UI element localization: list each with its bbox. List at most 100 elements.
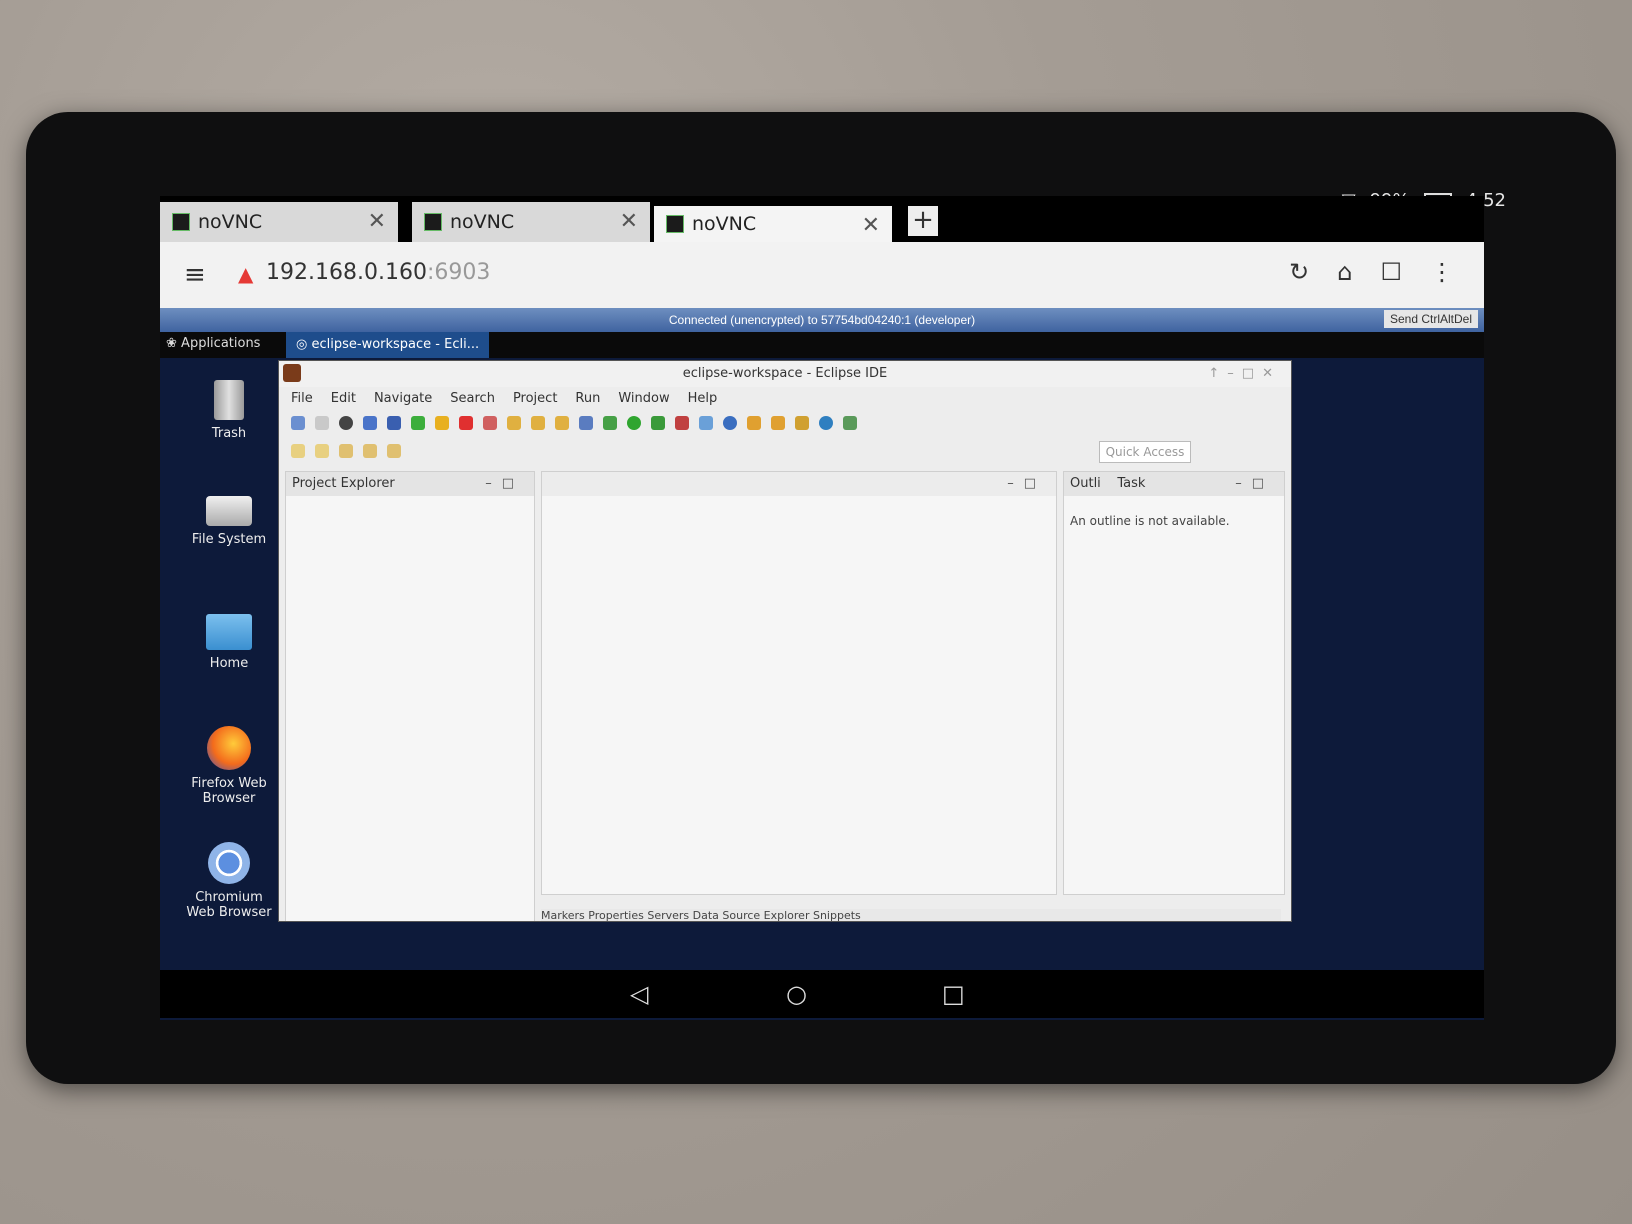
overflow-menu-icon[interactable]: ⋮ xyxy=(1430,258,1454,286)
desktop-icon-home[interactable]: Home xyxy=(184,614,274,671)
bookmark-icon[interactable]: ☐ xyxy=(1380,258,1402,286)
insecure-warning-icon[interactable]: ▲ xyxy=(238,262,253,286)
step-return-icon[interactable] xyxy=(555,416,569,430)
new-tab-button[interactable]: + xyxy=(908,206,938,236)
maximize-pane-icon[interactable]: □ xyxy=(502,476,524,491)
hamburger-menu-icon[interactable]: ≡ xyxy=(184,260,206,290)
menu-window[interactable]: Window xyxy=(618,391,669,406)
pin-icon[interactable]: ↑ xyxy=(1208,366,1227,381)
desktop-icon-label: Home xyxy=(209,656,249,671)
taskbar-eclipse[interactable]: ◎ eclipse-workspace - Ecli... xyxy=(286,332,490,358)
project-explorer-header: Project Explorer –□ xyxy=(286,472,534,496)
perspective-icon[interactable] xyxy=(843,416,857,430)
close-tab-icon[interactable]: ✕ xyxy=(620,209,638,234)
minimize-pane-icon[interactable]: – xyxy=(1007,476,1024,491)
desktop-icon-chromium[interactable]: Chromium Web Browser xyxy=(184,842,274,920)
desktop-icon-trash[interactable]: Trash xyxy=(184,380,274,441)
pane-controls: –□ xyxy=(1235,472,1274,496)
globe-icon[interactable] xyxy=(819,416,833,430)
maximize-pane-icon[interactable]: □ xyxy=(1252,476,1274,491)
save-icon[interactable] xyxy=(315,416,329,430)
open-task-icon[interactable] xyxy=(771,416,785,430)
back-icon[interactable] xyxy=(363,444,377,458)
menu-edit[interactable]: Edit xyxy=(331,391,356,406)
new-server-icon[interactable] xyxy=(699,416,713,430)
menu-file[interactable]: File xyxy=(291,391,313,406)
external-tools-icon[interactable] xyxy=(675,416,689,430)
desktop-icon-label: Chromium Web Browser xyxy=(186,890,272,920)
menu-navigate[interactable]: Navigate xyxy=(374,391,432,406)
maximize-pane-icon[interactable]: □ xyxy=(1024,476,1046,491)
run-icon[interactable] xyxy=(627,416,641,430)
next-annotation-icon[interactable] xyxy=(291,444,305,458)
taskbar-eclipse-label: eclipse-workspace - Ecli... xyxy=(311,337,480,352)
menu-search[interactable]: Search xyxy=(450,391,495,406)
address-bar: ≡ ▲ 192.168.0.160:6903 ↻ ⌂ ☐ ⋮ xyxy=(160,242,1484,308)
bottom-panel-tabs[interactable]: Markers Properties Servers Data Source E… xyxy=(541,909,1281,921)
skip-breakpoints-icon[interactable] xyxy=(387,416,401,430)
desktop-icon-firefox[interactable]: Firefox Web Browser xyxy=(184,726,274,806)
menu-project[interactable]: Project xyxy=(513,391,557,406)
previous-annotation-icon[interactable] xyxy=(315,444,329,458)
applications-menu[interactable]: ❀ Applications xyxy=(166,336,260,351)
browser-tab-strip: noVNC ✕ noVNC ✕ noVNC ✕ + xyxy=(160,196,1484,242)
outline-tab[interactable]: Outli xyxy=(1070,476,1101,491)
menu-run[interactable]: Run xyxy=(575,391,600,406)
search-icon[interactable] xyxy=(795,416,809,430)
firefox-icon xyxy=(207,726,251,770)
editor-area: –□ xyxy=(541,471,1057,895)
forward-icon[interactable] xyxy=(387,444,401,458)
browser-tab-2[interactable]: noVNC ✕ xyxy=(412,202,650,242)
disconnect-icon[interactable] xyxy=(483,416,497,430)
outline-pane: Outli Task –□ An outline is not availabl… xyxy=(1063,471,1285,895)
profile-icon[interactable] xyxy=(339,416,353,430)
resume-icon[interactable] xyxy=(411,416,425,430)
back-nav-icon[interactable]: ◁ xyxy=(630,980,648,1008)
browser-tab-3[interactable]: noVNC ✕ xyxy=(654,206,892,242)
novnc-status-bar: Connected (unencrypted) to 57754bd04240:… xyxy=(160,308,1484,332)
connection-status: Connected (unencrypted) to 57754bd04240:… xyxy=(668,313,976,327)
reload-icon[interactable]: ↻ xyxy=(1289,258,1309,286)
minimize-pane-icon[interactable]: – xyxy=(485,476,502,491)
suspend-icon[interactable] xyxy=(435,416,449,430)
minimize-pane-icon[interactable]: – xyxy=(1235,476,1252,491)
debug-icon[interactable] xyxy=(603,416,617,430)
project-explorer-pane: Project Explorer –□ xyxy=(285,471,535,921)
project-explorer-tab[interactable]: Project Explorer xyxy=(292,476,395,491)
tablet-frame: ▽ 99% 4:52 noVNC ✕ noVNC ✕ noVNC ✕ + xyxy=(26,112,1616,1084)
close-icon[interactable]: ✕ xyxy=(1262,366,1281,381)
last-edit-icon[interactable] xyxy=(339,444,353,458)
browser-tab-1[interactable]: noVNC ✕ xyxy=(160,202,398,242)
step-into-icon[interactable] xyxy=(507,416,521,430)
tab-title: noVNC xyxy=(450,211,515,233)
home-icon[interactable]: ⌂ xyxy=(1337,258,1352,286)
eclipse-window: eclipse-workspace - Eclipse IDE ↑–□✕ Fil… xyxy=(278,360,1292,922)
terminate-icon[interactable] xyxy=(459,416,473,430)
maximize-icon[interactable]: □ xyxy=(1242,366,1262,381)
menu-help[interactable]: Help xyxy=(688,391,718,406)
step-over-icon[interactable] xyxy=(531,416,545,430)
tablet-screen: noVNC ✕ noVNC ✕ noVNC ✕ + ≡ ▲ 192.168.0.… xyxy=(160,196,1484,1020)
open-type-icon[interactable] xyxy=(747,416,761,430)
close-tab-icon[interactable]: ✕ xyxy=(368,209,386,234)
window-controls: ↑–□✕ xyxy=(1208,361,1281,387)
recents-nav-icon[interactable]: □ xyxy=(942,980,965,1008)
eclipse-menubar: File Edit Navigate Search Project Run Wi… xyxy=(279,387,1291,409)
new-icon[interactable] xyxy=(291,416,305,430)
terminal-icon[interactable] xyxy=(363,416,377,430)
send-ctrl-alt-del-button[interactable]: Send CtrlAltDel xyxy=(1383,310,1478,328)
minimize-icon[interactable]: – xyxy=(1227,366,1242,381)
toggle-mark-icon[interactable] xyxy=(579,416,593,430)
novnc-favicon-icon xyxy=(172,213,190,231)
task-tab[interactable]: Task xyxy=(1117,476,1145,491)
close-tab-icon[interactable]: ✕ xyxy=(862,213,880,238)
desktop-icon-file-system[interactable]: File System xyxy=(184,496,274,547)
url-field[interactable]: 192.168.0.160:6903 xyxy=(266,260,490,285)
outline-message: An outline is not available. xyxy=(1070,514,1230,528)
home-nav-icon[interactable]: ○ xyxy=(786,980,807,1008)
eclipse-titlebar: eclipse-workspace - Eclipse IDE ↑–□✕ xyxy=(279,361,1291,387)
quick-access-input[interactable]: Quick Access xyxy=(1099,441,1191,463)
coverage-icon[interactable] xyxy=(651,416,665,430)
web-browser-icon[interactable] xyxy=(723,416,737,430)
tab-title: noVNC xyxy=(198,211,263,233)
